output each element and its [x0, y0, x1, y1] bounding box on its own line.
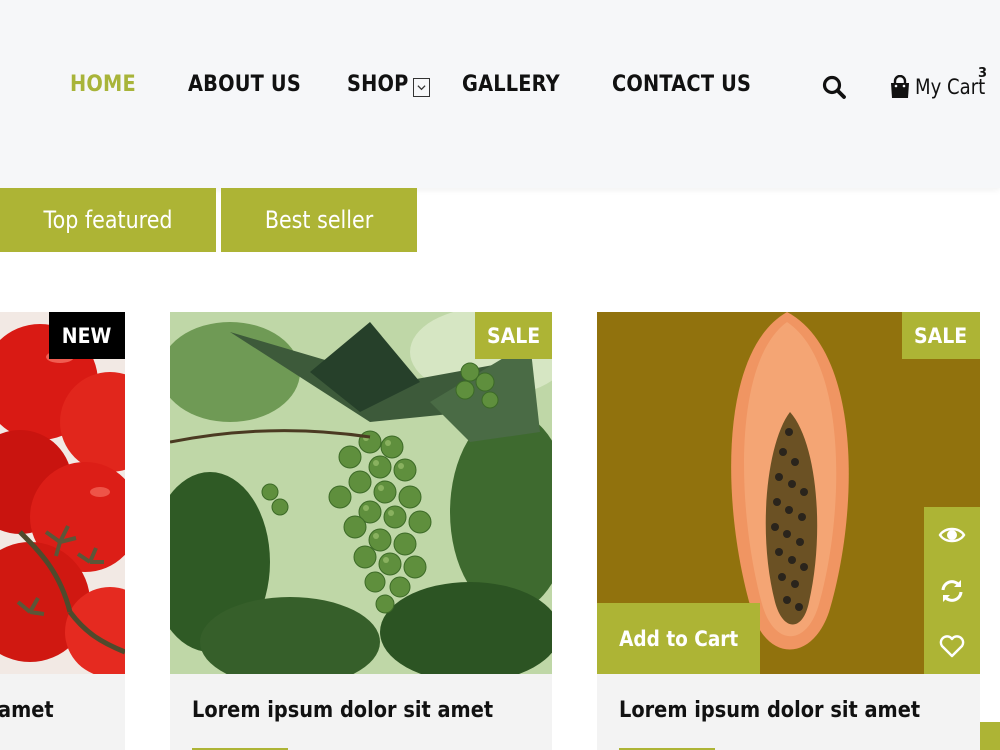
- product-title[interactable]: Lorem ipsum dolor sit amet: [192, 698, 493, 723]
- refresh-icon: [941, 580, 963, 602]
- chevron-down-icon: [417, 85, 426, 91]
- product-footer: Lorem ipsum dolor sit amet: [597, 674, 980, 750]
- sale-badge: SALE: [902, 312, 980, 359]
- add-to-cart-label: Add to Cart: [618, 626, 739, 651]
- product-title[interactable]: Lorem ipsum dolor sit amet: [619, 698, 920, 723]
- product-footer: Lorem ipsum dolor sit amet: [170, 674, 552, 750]
- product-title[interactable]: amet: [0, 698, 54, 723]
- tomatoes-image: [0, 312, 125, 674]
- grapes-image: [170, 312, 552, 674]
- compare-button[interactable]: [924, 563, 980, 619]
- tab-top-featured[interactable]: Top featured: [0, 188, 216, 252]
- product-footer: amet: [0, 674, 125, 750]
- sale-badge: SALE: [475, 312, 552, 359]
- product-image-tomatoes[interactable]: NEW: [0, 312, 125, 674]
- tab-best-seller[interactable]: Best seller: [221, 188, 417, 252]
- nav-gallery[interactable]: GALLERY: [462, 72, 560, 97]
- badge-label: SALE: [486, 323, 541, 348]
- nav-shop[interactable]: SHOP: [347, 72, 409, 97]
- nav-about-us[interactable]: ABOUT US: [188, 72, 301, 97]
- tab-label: Top featured: [43, 206, 173, 234]
- product-image-grapes[interactable]: SALE: [170, 312, 552, 674]
- new-badge: NEW: [49, 312, 125, 359]
- quick-view-button[interactable]: [924, 507, 980, 563]
- nav-contact-us[interactable]: CONTACT US: [612, 72, 751, 97]
- shopping-bag-icon: [891, 75, 909, 98]
- site-header: HOME ABOUT US SHOP GALLERY CONTACT US My…: [0, 0, 1000, 188]
- tab-label: Best seller: [264, 206, 374, 234]
- wishlist-button[interactable]: [924, 618, 980, 674]
- eye-icon: [938, 527, 966, 543]
- scroll-top-button[interactable]: [980, 722, 1000, 750]
- add-to-cart-button[interactable]: Add to Cart: [597, 603, 760, 674]
- product-actions: [924, 507, 980, 674]
- search-icon[interactable]: [821, 74, 847, 100]
- cart-count-badge: 3: [978, 66, 988, 81]
- product-image-papaya[interactable]: SALE Add to Cart: [597, 312, 980, 674]
- badge-label: NEW: [62, 323, 112, 348]
- heart-icon: [939, 635, 965, 658]
- cart-label: My Cart: [915, 75, 986, 99]
- nav-home[interactable]: HOME: [70, 72, 136, 97]
- badge-label: SALE: [914, 323, 968, 348]
- shop-dropdown-icon[interactable]: [413, 78, 430, 97]
